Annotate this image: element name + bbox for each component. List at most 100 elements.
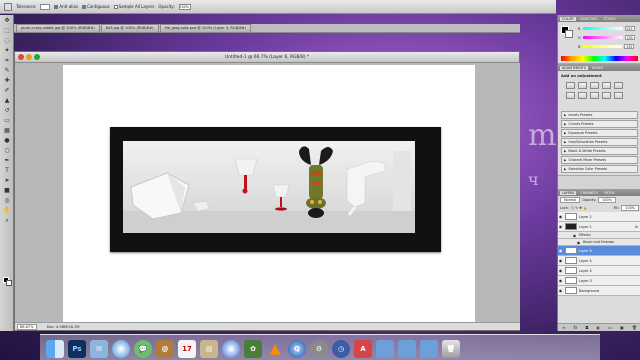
layer-row[interactable]: ◉ Background: [558, 286, 640, 296]
move-tool-icon[interactable]: ✥: [2, 16, 12, 25]
finder-icon[interactable]: [46, 340, 64, 358]
tab-swatches[interactable]: SWATCHES: [578, 17, 600, 21]
layer-row[interactable]: ◉ Layer 1 fx: [558, 222, 640, 232]
tab-masks[interactable]: MASKS: [590, 66, 605, 70]
preset-item[interactable]: ▶ Curves Presets: [561, 120, 638, 128]
fill-field[interactable]: 100%: [621, 205, 639, 211]
tab-paths[interactable]: PATHS: [602, 191, 616, 195]
tolerance-field[interactable]: [40, 3, 51, 10]
visibility-eye-icon[interactable]: ◉: [558, 288, 563, 293]
time-machine-icon[interactable]: ◷: [332, 340, 350, 358]
red-value[interactable]: 255: [624, 26, 635, 31]
dodge-tool-icon[interactable]: ○: [2, 146, 12, 155]
layer-row-selected[interactable]: ◉ Layer 6: [558, 246, 640, 256]
blur-tool-icon[interactable]: ●: [2, 136, 12, 145]
canvas-area[interactable]: [15, 63, 520, 324]
document-size-readout[interactable]: Doc: 4.58M/18.7M: [47, 325, 80, 329]
layer-effects-row[interactable]: ◉ Effects: [558, 232, 640, 239]
minimize-window-icon[interactable]: [26, 54, 32, 60]
hue-saturation-icon[interactable]: [566, 92, 575, 99]
3d-rotate-icon[interactable]: ◎: [2, 196, 12, 205]
visibility-eye-icon[interactable]: ◉: [558, 268, 563, 273]
sample-all-layers-checkbox[interactable]: [113, 5, 118, 9]
visibility-eye-icon[interactable]: ◉: [576, 240, 581, 245]
levels-icon[interactable]: [578, 82, 587, 89]
iphoto-icon[interactable]: ✿: [244, 340, 262, 358]
pen-tool-icon[interactable]: ✒: [2, 156, 12, 165]
layer-row[interactable]: ◉ Layer 2: [558, 212, 640, 222]
blue-value[interactable]: 255: [624, 44, 635, 49]
add-mask-icon[interactable]: ◘: [585, 325, 588, 330]
mail-icon[interactable]: ✉: [90, 340, 108, 358]
gradient-tool-icon[interactable]: ▦: [2, 126, 12, 135]
color-balance-icon[interactable]: [578, 92, 587, 99]
tab-channels[interactable]: CHANNELS: [578, 191, 600, 195]
visibility-eye-icon[interactable]: ◉: [558, 248, 563, 253]
layer-opacity-field[interactable]: 100%: [598, 197, 616, 203]
exposure-icon[interactable]: [602, 82, 611, 89]
lock-icons[interactable]: ▢ ✎ ✥ 🔒: [571, 206, 587, 210]
trash-icon[interactable]: 🗑: [632, 325, 637, 330]
path-selection-icon[interactable]: ➤: [2, 176, 12, 185]
vibrance-icon[interactable]: [614, 82, 623, 89]
preset-item[interactable]: ▶ Levels Presets: [561, 111, 638, 119]
preset-item[interactable]: ▶ Channel Mixer Presets: [561, 156, 638, 164]
green-value[interactable]: 255: [624, 35, 635, 40]
app-icon[interactable]: A: [354, 340, 372, 358]
document-tab[interactable]: plush-crazy-rabbit.jpg @ 100% (RGB/8#): [16, 24, 100, 32]
eyedropper-icon[interactable]: ✎: [2, 66, 12, 75]
document-tab[interactable]: 843.jpg @ 100% (RGB/8#): [100, 24, 159, 32]
new-layer-icon[interactable]: ▣: [620, 325, 624, 330]
address-book-icon[interactable]: @: [156, 340, 174, 358]
preset-item[interactable]: ▶ Black & White Presets: [561, 147, 638, 155]
history-brush-icon[interactable]: ↺: [2, 106, 12, 115]
preview-icon[interactable]: ▤: [200, 340, 218, 358]
visibility-eye-icon[interactable]: ◉: [558, 224, 563, 229]
type-tool-icon[interactable]: T: [2, 166, 12, 175]
close-window-icon[interactable]: [18, 54, 24, 60]
add-style-icon[interactable]: fx: [573, 325, 577, 330]
zoom-window-icon[interactable]: [34, 54, 40, 60]
clone-stamp-icon[interactable]: ▲: [2, 96, 12, 105]
shape-tool-icon[interactable]: ■: [2, 186, 12, 195]
blend-mode-select[interactable]: Normal: [560, 197, 581, 203]
contiguous-checkbox[interactable]: [82, 5, 87, 9]
green-slider[interactable]: [582, 36, 623, 39]
photo-filter-icon[interactable]: [602, 92, 611, 99]
brightness-contrast-icon[interactable]: [566, 82, 575, 89]
folder-icon[interactable]: [398, 340, 416, 358]
document-tab[interactable]: file_jpeg-sofa.psd @ 100% (Layer 3, RGB/…: [159, 24, 252, 32]
brush-tool-icon[interactable]: ✐: [2, 86, 12, 95]
ichat-icon[interactable]: 💬: [134, 340, 152, 358]
vlc-icon[interactable]: ▲: [266, 340, 284, 358]
tab-adjustments[interactable]: ADJUSTMENTS: [560, 65, 588, 70]
preset-item[interactable]: ▶ Exposure Presets: [561, 129, 638, 137]
visibility-eye-icon[interactable]: ◉: [558, 214, 563, 219]
color-spectrum-ramp[interactable]: [561, 56, 638, 61]
channel-mixer-icon[interactable]: [614, 92, 623, 99]
zoom-tool-icon[interactable]: ⌕: [2, 216, 12, 225]
magic-wand-icon[interactable]: ✦: [2, 46, 12, 55]
lasso-tool-icon[interactable]: ◌: [2, 36, 12, 45]
red-slider[interactable]: [582, 27, 623, 30]
magic-wand-tool-icon[interactable]: [4, 2, 12, 11]
fx-icon[interactable]: fx: [635, 225, 638, 229]
layer-row[interactable]: ◉ Layer 3: [558, 276, 640, 286]
preset-item[interactable]: ▶ Selective Color Presets: [561, 165, 638, 173]
visibility-eye-icon[interactable]: ◉: [558, 258, 563, 263]
background-color-swatch[interactable]: [6, 280, 12, 286]
marquee-tool-icon[interactable]: ⬚: [2, 26, 12, 35]
hand-tool-icon[interactable]: ✋: [2, 206, 12, 215]
quicktime-icon[interactable]: Q: [288, 340, 306, 358]
new-adjustment-icon[interactable]: ◐: [597, 325, 601, 330]
calendar-icon[interactable]: 17: [178, 340, 196, 358]
healing-brush-icon[interactable]: ✚: [2, 76, 12, 85]
tab-styles[interactable]: STYLES: [601, 17, 617, 21]
tab-layers[interactable]: LAYERS: [560, 190, 577, 195]
system-preferences-icon[interactable]: ⚙: [310, 340, 328, 358]
trash-can-icon[interactable]: 🗑: [442, 340, 460, 358]
layer-row[interactable]: ◉ Layer 5: [558, 266, 640, 276]
visibility-eye-icon[interactable]: ◉: [558, 278, 563, 283]
curves-icon[interactable]: [590, 82, 599, 89]
itunes-icon[interactable]: ♫: [222, 340, 240, 358]
